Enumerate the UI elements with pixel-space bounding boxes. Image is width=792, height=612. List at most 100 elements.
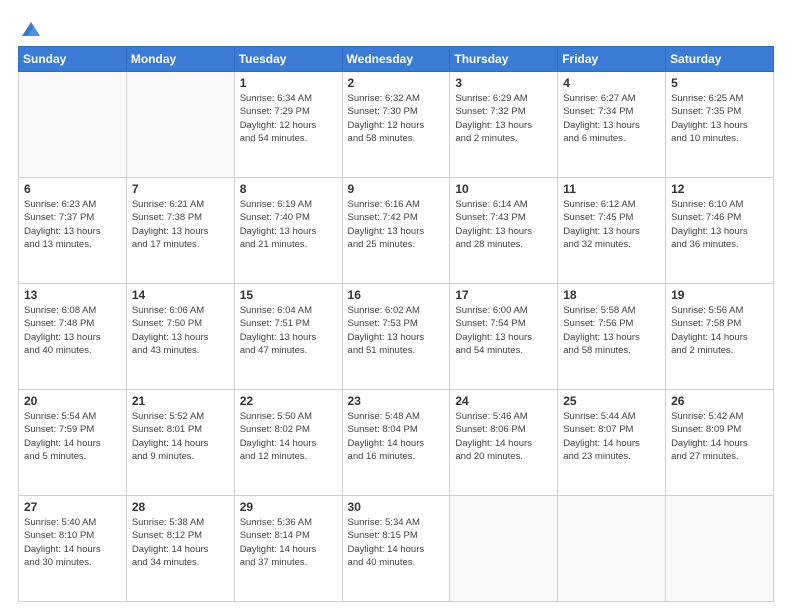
day-info: Sunrise: 6:12 AM Sunset: 7:45 PM Dayligh…: [563, 198, 660, 251]
day-number: 29: [240, 500, 337, 514]
day-info: Sunrise: 6:08 AM Sunset: 7:48 PM Dayligh…: [24, 304, 121, 357]
day-number: 19: [671, 288, 768, 302]
calendar-cell: 17 Sunrise: 6:00 AM Sunset: 7:54 PM Dayli…: [450, 284, 558, 390]
weekday-header-sunday: Sunday: [19, 47, 127, 72]
calendar-cell: 29 Sunrise: 5:36 AM Sunset: 8:14 PM Dayli…: [234, 496, 342, 602]
day-info: Sunrise: 6:14 AM Sunset: 7:43 PM Dayligh…: [455, 198, 552, 251]
day-info: Sunrise: 6:10 AM Sunset: 7:46 PM Dayligh…: [671, 198, 768, 251]
calendar-cell: [19, 72, 127, 178]
day-info: Sunrise: 6:02 AM Sunset: 7:53 PM Dayligh…: [348, 304, 445, 357]
week-row-1: 6 Sunrise: 6:23 AM Sunset: 7:37 PM Daylig…: [19, 178, 774, 284]
day-info: Sunrise: 5:56 AM Sunset: 7:58 PM Dayligh…: [671, 304, 768, 357]
day-info: Sunrise: 5:52 AM Sunset: 8:01 PM Dayligh…: [132, 410, 229, 463]
calendar-body: 1 Sunrise: 6:34 AM Sunset: 7:29 PM Daylig…: [19, 72, 774, 602]
day-info: Sunrise: 5:34 AM Sunset: 8:15 PM Dayligh…: [348, 516, 445, 569]
calendar-cell: 9 Sunrise: 6:16 AM Sunset: 7:42 PM Daylig…: [342, 178, 450, 284]
day-info: Sunrise: 6:32 AM Sunset: 7:30 PM Dayligh…: [348, 92, 445, 145]
day-number: 9: [348, 182, 445, 196]
week-row-3: 20 Sunrise: 5:54 AM Sunset: 7:59 PM Dayli…: [19, 390, 774, 496]
calendar-header: SundayMondayTuesdayWednesdayThursdayFrid…: [19, 47, 774, 72]
day-info: Sunrise: 6:25 AM Sunset: 7:35 PM Dayligh…: [671, 92, 768, 145]
week-row-0: 1 Sunrise: 6:34 AM Sunset: 7:29 PM Daylig…: [19, 72, 774, 178]
day-number: 27: [24, 500, 121, 514]
day-number: 23: [348, 394, 445, 408]
day-number: 22: [240, 394, 337, 408]
day-info: Sunrise: 5:36 AM Sunset: 8:14 PM Dayligh…: [240, 516, 337, 569]
calendar-cell: [450, 496, 558, 602]
day-number: 18: [563, 288, 660, 302]
day-number: 16: [348, 288, 445, 302]
day-number: 25: [563, 394, 660, 408]
calendar-cell: 13 Sunrise: 6:08 AM Sunset: 7:48 PM Dayli…: [19, 284, 127, 390]
calendar-cell: 1 Sunrise: 6:34 AM Sunset: 7:29 PM Daylig…: [234, 72, 342, 178]
day-info: Sunrise: 6:27 AM Sunset: 7:34 PM Dayligh…: [563, 92, 660, 145]
calendar-table: SundayMondayTuesdayWednesdayThursdayFrid…: [18, 46, 774, 602]
day-info: Sunrise: 6:06 AM Sunset: 7:50 PM Dayligh…: [132, 304, 229, 357]
day-number: 1: [240, 76, 337, 90]
day-info: Sunrise: 6:04 AM Sunset: 7:51 PM Dayligh…: [240, 304, 337, 357]
calendar-cell: 18 Sunrise: 5:58 AM Sunset: 7:56 PM Dayli…: [558, 284, 666, 390]
week-row-4: 27Sunrise: 5:40 AM Sunset: 8:10 PM Dayli…: [19, 496, 774, 602]
day-number: 17: [455, 288, 552, 302]
logo: [18, 18, 42, 36]
calendar-cell: [558, 496, 666, 602]
day-info: Sunrise: 6:34 AM Sunset: 7:29 PM Dayligh…: [240, 92, 337, 145]
calendar-cell: 24Sunrise: 5:46 AM Sunset: 8:06 PM Dayli…: [450, 390, 558, 496]
calendar-cell: 2 Sunrise: 6:32 AM Sunset: 7:30 PM Daylig…: [342, 72, 450, 178]
day-number: 2: [348, 76, 445, 90]
week-row-2: 13 Sunrise: 6:08 AM Sunset: 7:48 PM Dayli…: [19, 284, 774, 390]
day-number: 3: [455, 76, 552, 90]
day-number: 15: [240, 288, 337, 302]
calendar-cell: 23Sunrise: 5:48 AM Sunset: 8:04 PM Dayli…: [342, 390, 450, 496]
day-number: 7: [132, 182, 229, 196]
day-info: Sunrise: 5:42 AM Sunset: 8:09 PM Dayligh…: [671, 410, 768, 463]
calendar-cell: 5 Sunrise: 6:25 AM Sunset: 7:35 PM Daylig…: [666, 72, 774, 178]
weekday-header-wednesday: Wednesday: [342, 47, 450, 72]
calendar-cell: 21 Sunrise: 5:52 AM Sunset: 8:01 PM Dayli…: [126, 390, 234, 496]
calendar-cell: 12 Sunrise: 6:10 AM Sunset: 7:46 PM Dayli…: [666, 178, 774, 284]
calendar-cell: 16 Sunrise: 6:02 AM Sunset: 7:53 PM Dayli…: [342, 284, 450, 390]
day-info: Sunrise: 5:54 AM Sunset: 7:59 PM Dayligh…: [24, 410, 121, 463]
day-info: Sunrise: 6:00 AM Sunset: 7:54 PM Dayligh…: [455, 304, 552, 357]
calendar-cell: [666, 496, 774, 602]
calendar-cell: 22 Sunrise: 5:50 AM Sunset: 8:02 PM Dayli…: [234, 390, 342, 496]
weekday-header-friday: Friday: [558, 47, 666, 72]
day-number: 20: [24, 394, 121, 408]
calendar-cell: 8 Sunrise: 6:19 AM Sunset: 7:40 PM Daylig…: [234, 178, 342, 284]
day-number: 5: [671, 76, 768, 90]
day-number: 30: [348, 500, 445, 514]
day-info: Sunrise: 5:58 AM Sunset: 7:56 PM Dayligh…: [563, 304, 660, 357]
day-info: Sunrise: 6:21 AM Sunset: 7:38 PM Dayligh…: [132, 198, 229, 251]
day-number: 12: [671, 182, 768, 196]
weekday-row: SundayMondayTuesdayWednesdayThursdayFrid…: [19, 47, 774, 72]
calendar-cell: 28Sunrise: 5:38 AM Sunset: 8:12 PM Dayli…: [126, 496, 234, 602]
day-number: 8: [240, 182, 337, 196]
day-info: Sunrise: 6:19 AM Sunset: 7:40 PM Dayligh…: [240, 198, 337, 251]
calendar-cell: 3 Sunrise: 6:29 AM Sunset: 7:32 PM Daylig…: [450, 72, 558, 178]
calendar-cell: 27Sunrise: 5:40 AM Sunset: 8:10 PM Dayli…: [19, 496, 127, 602]
calendar-cell: 7 Sunrise: 6:21 AM Sunset: 7:38 PM Daylig…: [126, 178, 234, 284]
weekday-header-tuesday: Tuesday: [234, 47, 342, 72]
day-info: Sunrise: 5:38 AM Sunset: 8:12 PM Dayligh…: [132, 516, 229, 569]
weekday-header-thursday: Thursday: [450, 47, 558, 72]
calendar-cell: 20 Sunrise: 5:54 AM Sunset: 7:59 PM Dayli…: [19, 390, 127, 496]
logo-icon: [20, 18, 42, 40]
calendar-cell: 14 Sunrise: 6:06 AM Sunset: 7:50 PM Dayli…: [126, 284, 234, 390]
day-number: 24: [455, 394, 552, 408]
day-info: Sunrise: 6:29 AM Sunset: 7:32 PM Dayligh…: [455, 92, 552, 145]
day-number: 26: [671, 394, 768, 408]
day-number: 14: [132, 288, 229, 302]
day-info: Sunrise: 5:44 AM Sunset: 8:07 PM Dayligh…: [563, 410, 660, 463]
day-info: Sunrise: 6:23 AM Sunset: 7:37 PM Dayligh…: [24, 198, 121, 251]
day-info: Sunrise: 5:50 AM Sunset: 8:02 PM Dayligh…: [240, 410, 337, 463]
day-number: 10: [455, 182, 552, 196]
header: [18, 18, 774, 36]
day-number: 13: [24, 288, 121, 302]
calendar-cell: 10 Sunrise: 6:14 AM Sunset: 7:43 PM Dayli…: [450, 178, 558, 284]
day-number: 21: [132, 394, 229, 408]
calendar-cell: 30 Sunrise: 5:34 AM Sunset: 8:15 PM Dayli…: [342, 496, 450, 602]
page: SundayMondayTuesdayWednesdayThursdayFrid…: [0, 0, 792, 612]
day-info: Sunrise: 6:16 AM Sunset: 7:42 PM Dayligh…: [348, 198, 445, 251]
day-number: 6: [24, 182, 121, 196]
calendar-cell: 25 Sunrise: 5:44 AM Sunset: 8:07 PM Dayli…: [558, 390, 666, 496]
